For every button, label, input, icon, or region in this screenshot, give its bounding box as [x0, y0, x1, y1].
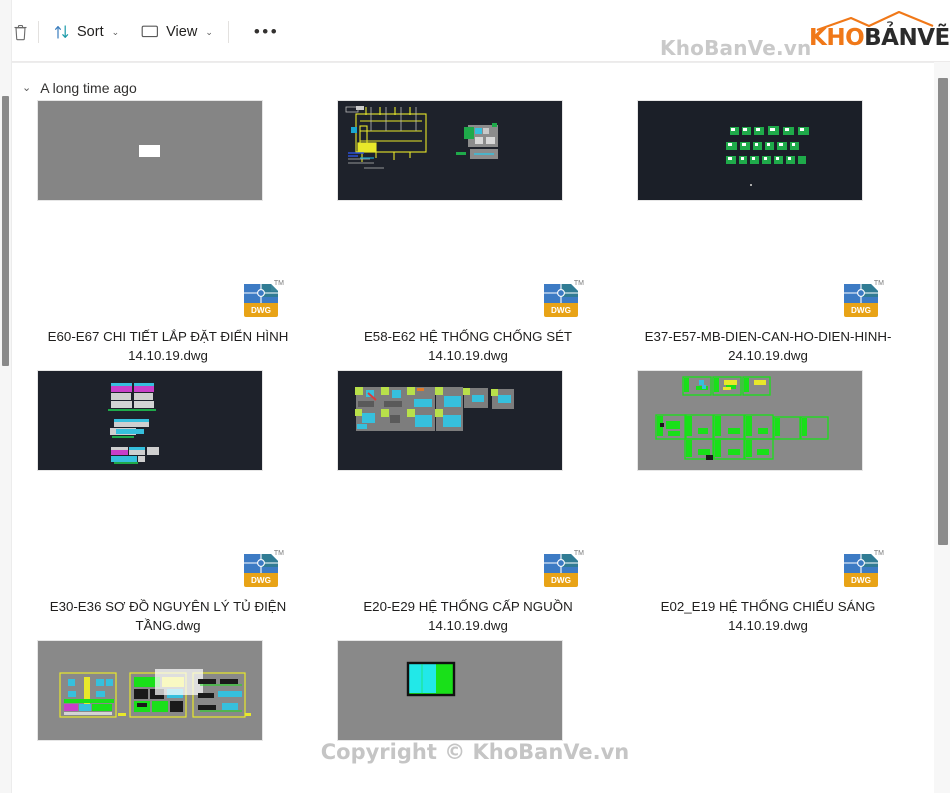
svg-text:DWG: DWG [251, 576, 271, 585]
file-grid-row [18, 640, 918, 793]
list-top-divider [12, 62, 934, 63]
file-tile[interactable]: DWG TM E30-E36 SƠ ĐỒ NGUYÊN LÝ TỦ ĐIỆN T… [18, 370, 318, 640]
file-thumbnail[interactable] [37, 100, 263, 201]
toolbar-divider-1 [38, 21, 39, 43]
ellipsis-icon: ••• [253, 22, 280, 41]
copyright-watermark: Copyright © KhoBanVe.vn [320, 740, 630, 764]
file-tile[interactable] [318, 640, 618, 793]
sort-arrows-icon [55, 25, 69, 39]
file-name-label: E02_E19 HỆ THỐNG CHIẾU SÁNG 14.10.19.dwg [660, 599, 876, 633]
trademark-icon: TM [273, 280, 284, 287]
dwg-file-icon: DWG TM [842, 280, 884, 323]
toolbar-divider-2 [227, 21, 229, 43]
trademark-icon: TM [873, 280, 884, 287]
file-name-label: E30-E36 SƠ ĐỒ NGUYÊN LÝ TỦ ĐIỆN TẦNG.dwg [49, 599, 287, 633]
thumbnail-art-gray-blank [38, 101, 262, 200]
logo-banve-text: BẢNVẼ [864, 25, 950, 51]
file-thumbnail[interactable] [37, 640, 263, 741]
dwg-file-icon: DWG TM [242, 550, 284, 593]
view-button[interactable]: View ⌄ [130, 16, 224, 48]
trademark-icon: TM [573, 550, 584, 557]
file-thumbnail[interactable] [337, 640, 563, 741]
svg-text:DWG: DWG [851, 576, 871, 585]
svg-text:DWG: DWG [551, 306, 571, 315]
file-tile[interactable]: DWG TM E37-E57-MB-DIEN-CAN-HO-DIEN-HINH-… [618, 100, 918, 370]
file-thumbnail[interactable] [37, 370, 263, 471]
file-grid-row: DWG TM E60-E67 CHI TIẾT LẮP ĐẶT ĐIỂN HÌN… [18, 100, 918, 370]
file-name-label: E20-E29 HỆ THỐNG CẤP NGUỒN 14.10.19.dwg [363, 599, 573, 633]
file-thumbnail[interactable] [637, 100, 863, 201]
file-explorer-window: Sort ⌄ View ⌄ ••• KhoBanVe.vn KHOBẢNVẼ ⌄… [0, 0, 950, 793]
file-grid-row: DWG TM E30-E36 SƠ ĐỒ NGUYÊN LÝ TỦ ĐIỆN T… [18, 370, 918, 640]
thumbnail-art-riser-diagram [338, 101, 562, 200]
chevron-down-icon: ⌄ [205, 26, 213, 37]
dwg-file-icon: DWG TM [242, 280, 284, 323]
file-tile[interactable]: DWG TM E20-E29 HỆ THỐNG CẤP NGUỒN 14.10.… [318, 370, 618, 640]
thumbnail-art-green-blocks [638, 101, 862, 200]
thumbnail-art-yellow-sheets [38, 641, 262, 740]
file-thumbnail[interactable] [337, 370, 563, 471]
trash-icon [14, 24, 27, 40]
group-header-label: A long time ago [40, 80, 137, 96]
chevron-down-icon: ⌄ [111, 26, 120, 37]
file-thumbnail[interactable] [337, 100, 563, 201]
file-name-label: E58-E62 HỆ THỐNG CHỐNG SÉT 14.10.19.dwg [363, 329, 573, 363]
dwg-file-icon: DWG TM [542, 550, 584, 593]
sort-button[interactable]: Sort ⌄ [43, 16, 130, 48]
file-tile[interactable]: DWG TM E60-E67 CHI TIẾT LẮP ĐẶT ĐIỂN HÌN… [18, 100, 318, 370]
khobanve-logo: KHOBẢNVẼ [809, 11, 950, 55]
more-options-button[interactable]: ••• [233, 16, 300, 48]
monitor-icon [141, 25, 159, 38]
file-tile[interactable] [18, 640, 318, 793]
file-grid: DWG TM E60-E67 CHI TIẾT LẮP ĐẶT ĐIỂN HÌN… [18, 100, 918, 793]
file-tile[interactable]: DWG TM E02_E19 HỆ THỐNG CHIẾU SÁNG 14.10… [618, 370, 918, 640]
site-watermark-top: KhoBanVe.vn [660, 36, 812, 60]
thumbnail-art-panel-schematics [38, 371, 262, 470]
command-toolbar: Sort ⌄ View ⌄ ••• KhoBanVe.vn KHOBẢNVẼ [0, 0, 950, 62]
thumbnail-art-green-floorplans [638, 371, 862, 470]
trademark-icon: TM [573, 280, 584, 287]
svg-text:DWG: DWG [851, 306, 871, 315]
dwg-file-icon: DWG TM [542, 280, 584, 323]
svg-text:DWG: DWG [551, 576, 571, 585]
group-header-a-long-time-ago[interactable]: ⌄ A long time ago [22, 78, 137, 98]
file-tile[interactable]: DWG TM E58-E62 HỆ THỐNG CHỐNG SÉT 14.10.… [318, 100, 618, 370]
file-tile-empty [618, 640, 918, 793]
chevron-down-icon: ⌄ [22, 81, 32, 94]
sort-label: Sort [77, 24, 104, 40]
right-scrollbar-thumb[interactable] [938, 78, 948, 545]
file-thumbnail[interactable] [637, 370, 863, 471]
svg-text:DWG: DWG [251, 306, 271, 315]
trademark-icon: TM [273, 550, 284, 557]
file-name-label: E60-E67 CHI TIẾT LẮP ĐẶT ĐIỂN HÌNH 14.10… [47, 329, 289, 363]
dwg-file-icon: DWG TM [842, 550, 884, 593]
thumbnail-art-cyan-green-rect [338, 641, 562, 740]
logo-kho-text: KHO [809, 25, 865, 51]
file-name-label: E37-E57-MB-DIEN-CAN-HO-DIEN-HINH-24.10.1… [644, 329, 892, 363]
thumbnail-art-floorplan-tiles [338, 371, 562, 470]
logo-wordmark: KHOBẢNVẼ [809, 25, 950, 51]
view-label: View [166, 24, 198, 40]
trademark-icon: TM [873, 550, 884, 557]
left-scrollbar-thumb[interactable] [2, 96, 9, 366]
